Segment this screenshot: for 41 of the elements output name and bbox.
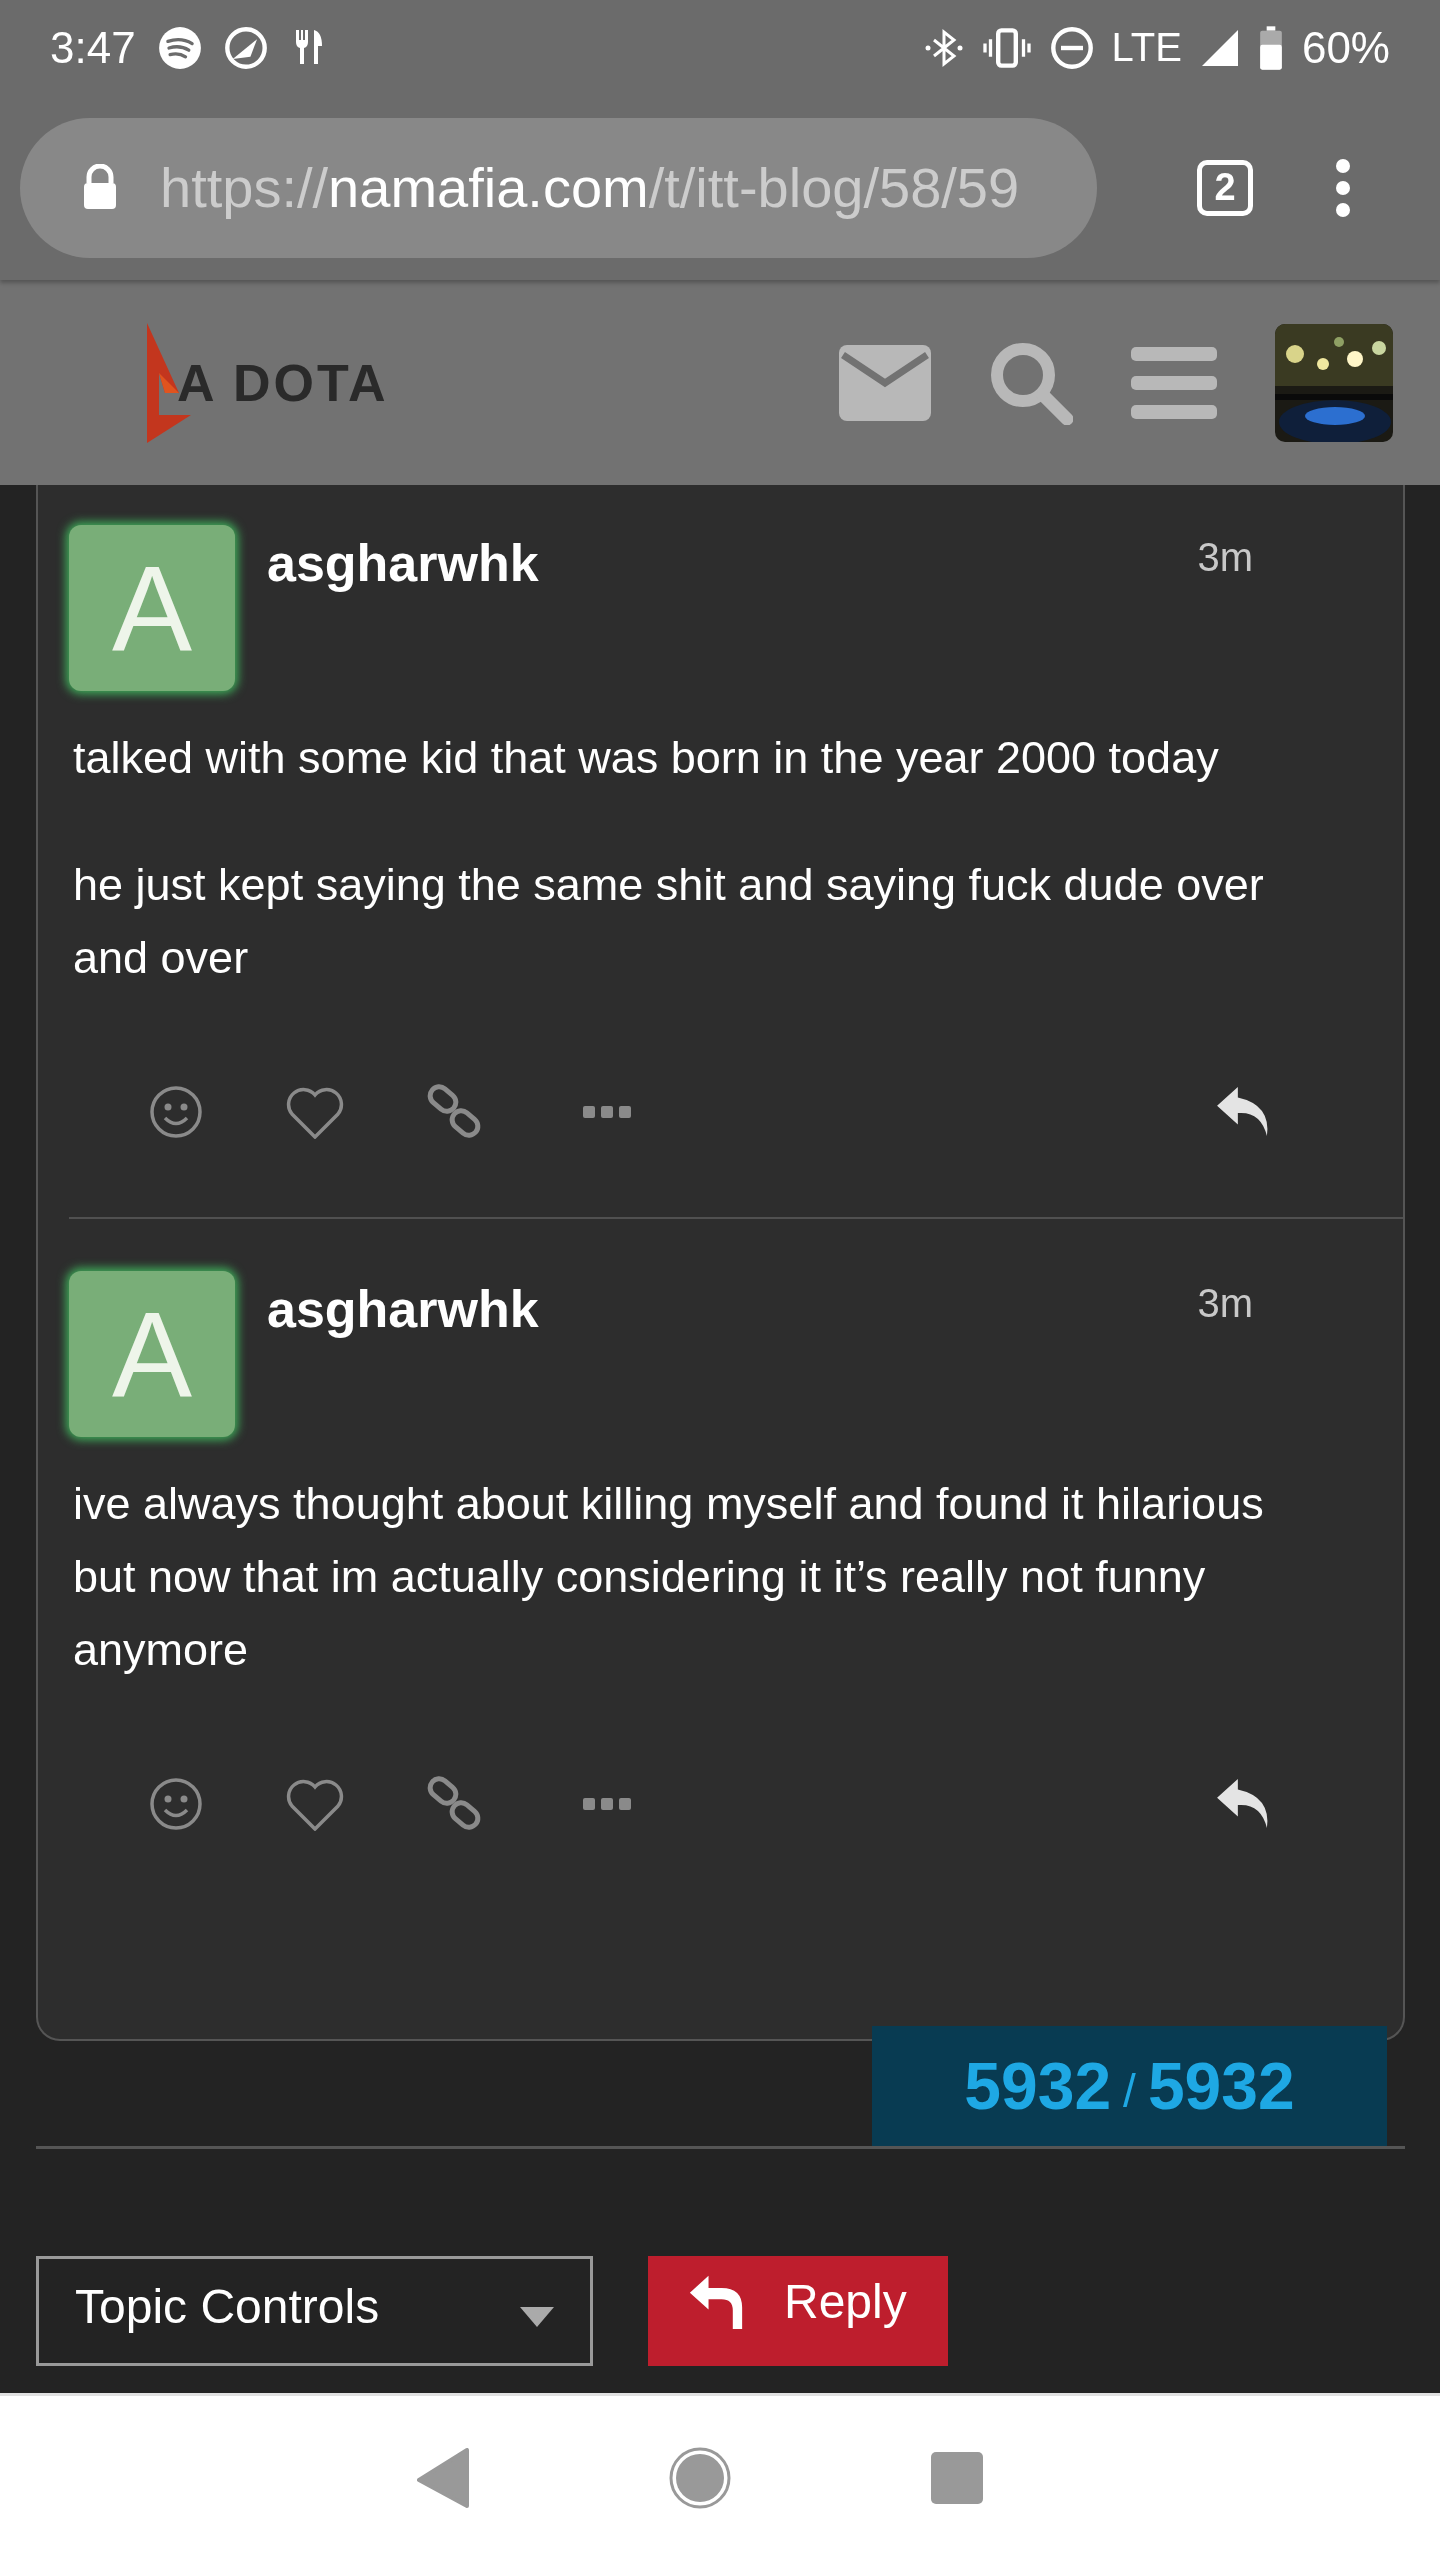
more-icon[interactable]: [583, 1798, 631, 1810]
chain-link-icon[interactable]: [425, 1084, 483, 1140]
post-paragraph: ive always thought about killing myself and found it hilarious but now that im actually considering it it’s really not funny anymore: [73, 1477, 1265, 1677]
logo-text: A DOTA: [177, 352, 389, 413]
post-paragraph: he just kept saying the same shit and saying fuck dude over and over: [73, 858, 1265, 985]
username[interactable]: asgharwhk: [267, 1279, 539, 1339]
battery-icon: [1257, 25, 1284, 70]
menu-icon[interactable]: [1131, 346, 1217, 419]
network-type: LTE: [1111, 25, 1182, 70]
more-icon[interactable]: [583, 1106, 631, 1118]
heart-icon[interactable]: [285, 1777, 345, 1831]
post-counter[interactable]: 5932 / 5932: [872, 2026, 1387, 2146]
post-paragraph: talked with some kid that was born in the year 2000 today: [73, 731, 1220, 785]
battery-percent: 60%: [1301, 22, 1390, 73]
reply-button[interactable]: Reply: [648, 2256, 948, 2366]
username[interactable]: asgharwhk: [267, 533, 539, 593]
chain-link-icon[interactable]: [425, 1776, 483, 1832]
caret-icon: [520, 2307, 554, 2327]
smiley-icon[interactable]: [149, 1085, 203, 1139]
vibrate-icon: [981, 25, 1032, 70]
do-not-disturb-icon: [1049, 25, 1094, 70]
compass-app-icon: [223, 25, 268, 70]
post-time[interactable]: 3m: [1197, 1281, 1253, 1326]
heart-icon[interactable]: [285, 1085, 345, 1139]
search-icon[interactable]: [989, 340, 1073, 425]
post-time[interactable]: 3m: [1197, 535, 1253, 580]
current-post-number: 5932: [964, 2048, 1112, 2124]
address-bar[interactable]: https://namafia.com/t/itt-blog/58/59: [20, 117, 1097, 258]
music-app-icon: [157, 25, 202, 70]
menu-icon[interactable]: [1335, 157, 1351, 218]
reply-icon: [688, 2274, 744, 2330]
total-post-number: 5932: [1147, 2048, 1295, 2124]
counter-separator: /: [1123, 2064, 1136, 2118]
home-icon[interactable]: [669, 2447, 731, 2509]
tab-count-button[interactable]: 2: [1197, 159, 1253, 216]
clock-time: 3:47: [50, 22, 136, 73]
back-icon[interactable]: [417, 2448, 469, 2508]
topic-controls-dropdown[interactable]: Topic Controls: [36, 2256, 593, 2366]
url-text: https://namafia.com/t/itt-blog/58/59: [160, 155, 1020, 220]
smiley-icon[interactable]: [149, 1777, 203, 1831]
envelope-icon[interactable]: [839, 344, 931, 421]
